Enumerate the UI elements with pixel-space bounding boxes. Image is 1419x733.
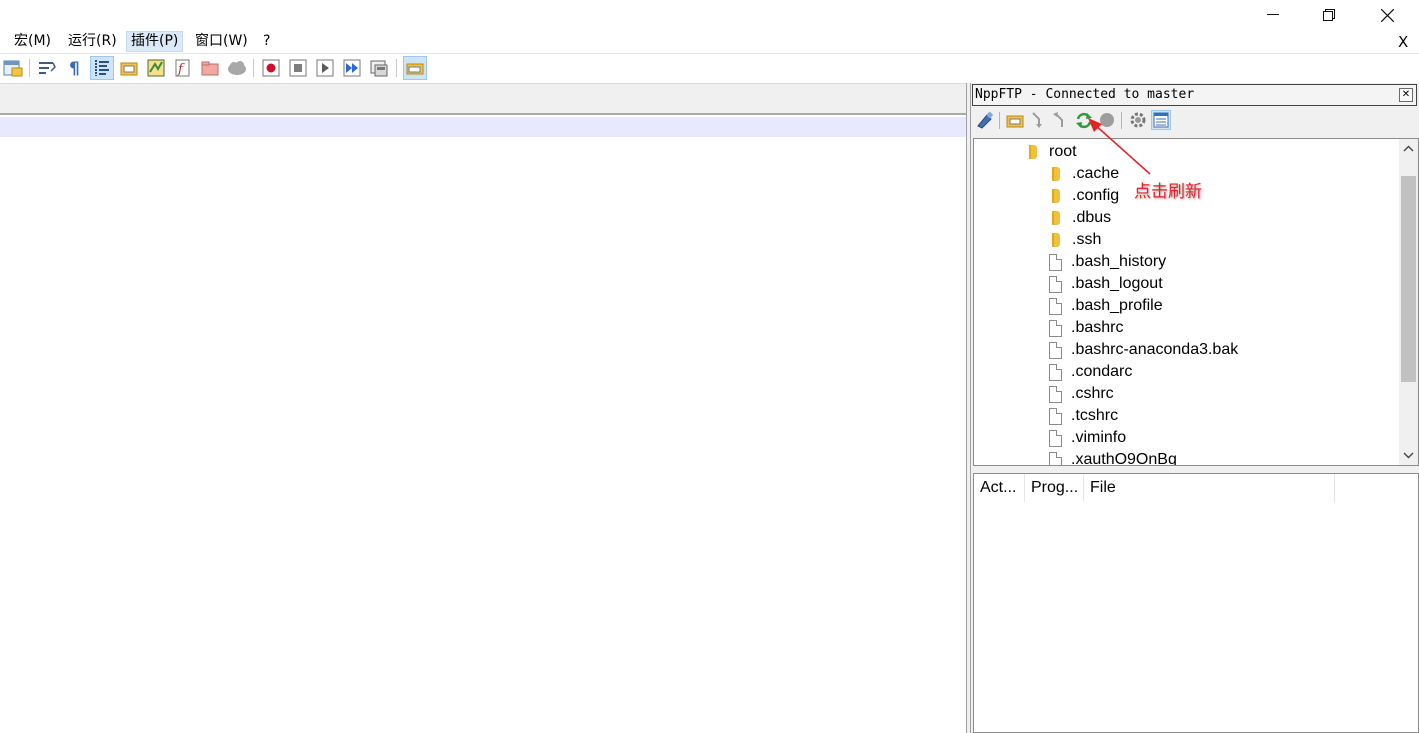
tree-node-label: .bash_history — [1071, 253, 1167, 270]
nppftp-caption: NppFTP - Connected to master ✕ — [972, 84, 1417, 106]
folder-as-workspace-icon[interactable] — [198, 56, 222, 80]
pilcrow-icon[interactable]: ¶ — [62, 56, 86, 80]
connect-icon[interactable] — [975, 110, 995, 130]
tree-node-label: .bash_logout — [1071, 275, 1163, 292]
file-icon — [1049, 253, 1062, 271]
folder-icon — [1052, 233, 1060, 247]
scroll-thumb[interactable] — [1401, 176, 1416, 382]
tree-node-file[interactable]: .bashrc-anaconda3.bak — [1049, 339, 1238, 361]
stop-record-icon[interactable] — [286, 56, 310, 80]
annotation-label: 点击刷新 — [1134, 182, 1202, 202]
open-directory-icon[interactable] — [1005, 110, 1025, 130]
current-line-highlight — [0, 117, 966, 137]
folder-icon — [1052, 167, 1060, 181]
indent-guide-icon[interactable] — [90, 56, 114, 80]
menu-run[interactable]: 运行(R) — [64, 31, 121, 52]
tree-node-label: .bash_profile — [1071, 297, 1163, 314]
tree-node-file[interactable]: .condarc — [1049, 361, 1132, 383]
tree-node-label: .ssh — [1072, 231, 1102, 248]
tree-node-file[interactable]: .bash_history — [1049, 251, 1166, 273]
tree-node-label: .bashrc-anaconda3.bak — [1071, 341, 1239, 358]
menu-macro[interactable]: 宏(M) — [10, 31, 55, 52]
doc-map-icon[interactable] — [144, 56, 168, 80]
queue-col-file[interactable]: File — [1084, 474, 1335, 502]
tree-node-label: .cshrc — [1071, 385, 1114, 402]
wrap-icon[interactable] — [35, 56, 59, 80]
tree-node-file[interactable]: .tcshrc — [1049, 405, 1118, 427]
record-macro-icon[interactable] — [259, 56, 283, 80]
folder-icon — [1029, 145, 1037, 159]
tree-node-file[interactable]: .bash_logout — [1049, 273, 1163, 295]
restore-button[interactable] — [1300, 0, 1358, 30]
tree-node-file[interactable]: .xauthO9OnBq — [1049, 449, 1177, 466]
save-macro-icon[interactable] — [367, 56, 391, 80]
menu-plugins[interactable]: 插件(P) — [126, 31, 184, 52]
annotation-arrow-icon — [1088, 118, 1151, 175]
scroll-down-button[interactable] — [1399, 446, 1418, 465]
function-list-icon[interactable]: f — [171, 56, 195, 80]
play-macro-icon[interactable] — [313, 56, 337, 80]
minimize-icon — [1267, 14, 1279, 15]
tree-node-label: .tcshrc — [1071, 407, 1119, 424]
cloud-icon[interactable] — [225, 56, 249, 80]
svg-text:¶: ¶ — [69, 59, 80, 78]
tree-node-file[interactable]: .viminfo — [1049, 427, 1126, 449]
open-file-icon[interactable] — [1, 56, 25, 80]
queue-header: Act... Prog... File — [974, 474, 1418, 502]
file-icon — [1049, 297, 1062, 315]
editor-area[interactable] — [0, 115, 966, 733]
nppftp-icon[interactable] — [403, 56, 427, 80]
tree-node-file[interactable]: .bashrc — [1049, 317, 1123, 339]
nppftp-close-button[interactable]: ✕ — [1399, 88, 1413, 102]
queue-col-action[interactable]: Act... — [974, 474, 1025, 502]
tree-node-file[interactable]: .cshrc — [1049, 383, 1114, 405]
file-icon — [1049, 407, 1062, 425]
folder-icon — [1052, 189, 1060, 203]
file-icon — [1049, 275, 1062, 293]
scroll-up-button[interactable] — [1399, 139, 1418, 158]
tree-node-folder[interactable]: .ssh — [1049, 229, 1101, 251]
download-icon[interactable] — [1028, 110, 1048, 130]
menu-bar: 宏(M) 运行(R) 插件(P) 窗口(W) ? — [0, 30, 1419, 52]
minimize-button[interactable] — [1244, 0, 1302, 30]
file-icon — [1049, 429, 1062, 447]
window-close-button[interactable] — [1358, 0, 1416, 30]
tree-node-label: .viminfo — [1071, 429, 1127, 446]
tree-node-file[interactable]: .bash_profile — [1049, 295, 1163, 317]
restore-icon — [1323, 9, 1335, 21]
tree-node-label: .condarc — [1071, 363, 1133, 380]
tree-node-label: .dbus — [1072, 209, 1112, 226]
menu-window[interactable]: 窗口(W) — [191, 31, 252, 52]
file-icon — [1049, 319, 1062, 337]
chevron-down-icon — [1403, 452, 1414, 459]
tree-node-label: .config — [1072, 187, 1120, 204]
file-icon — [1049, 341, 1062, 359]
transfer-queue: Act... Prog... File — [973, 473, 1419, 733]
tree-node-label: root — [1049, 143, 1077, 160]
main-toolbar: ¶ f — [0, 53, 1419, 83]
tree-node-folder[interactable]: .dbus — [1049, 207, 1111, 229]
tree-node-label: .bashrc — [1071, 319, 1124, 336]
tree-node-folder[interactable]: .config — [1049, 185, 1119, 207]
run-macro-multiple-icon[interactable] — [340, 56, 364, 80]
document-tab-bar — [0, 83, 966, 115]
file-icon — [1049, 385, 1062, 403]
folder-icon — [1052, 211, 1060, 225]
menu-help[interactable]: ? — [259, 31, 274, 52]
tree-scrollbar[interactable] — [1399, 139, 1418, 465]
close-icon — [1380, 8, 1394, 22]
chevron-up-icon — [1403, 145, 1414, 152]
tree-node-root[interactable]: root — [1026, 141, 1077, 163]
file-icon — [1049, 451, 1062, 465]
upload-icon[interactable] — [1051, 110, 1071, 130]
nppftp-title: NppFTP - Connected to master — [975, 87, 1195, 102]
tree-node-label: .xauthO9OnBq — [1071, 451, 1177, 466]
file-icon — [1049, 363, 1062, 381]
close-document-button[interactable]: X — [1398, 33, 1408, 51]
queue-col-progress[interactable]: Prog... — [1025, 474, 1084, 502]
folder-workspace-icon[interactable] — [117, 56, 141, 80]
